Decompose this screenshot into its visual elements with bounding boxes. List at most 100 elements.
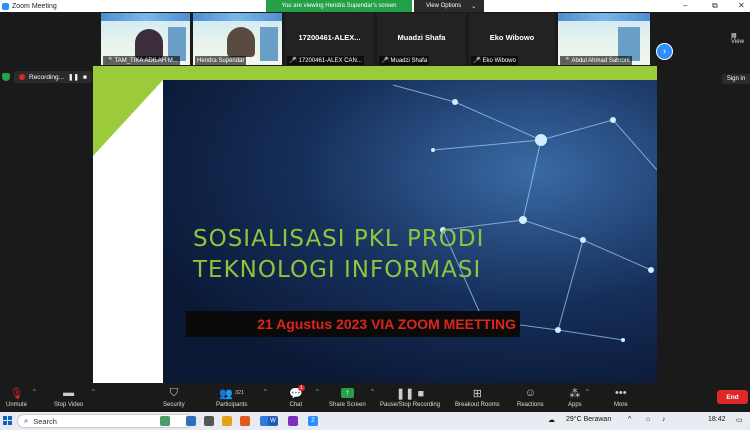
participant-name: Abdul Ahmad Sahroni	[571, 57, 630, 64]
chevron-up-icon[interactable]: ^	[264, 389, 267, 395]
chevron-up-icon[interactable]: ^	[33, 389, 36, 395]
slide-corner-shape	[93, 80, 163, 156]
participant-video	[135, 29, 163, 59]
recording-dot-icon	[19, 74, 25, 80]
view-button[interactable]: ▦ View	[731, 32, 750, 45]
slide-title-line-2: TEKNOLOGI INFORMASI	[193, 257, 482, 283]
taskbar-app-icon[interactable]	[222, 416, 232, 426]
chevron-up-icon[interactable]: ^	[316, 389, 319, 395]
participant-tile[interactable]: Muadzi Shafa 🎤̸ Muadzi Shafa	[377, 13, 466, 65]
minimize-button[interactable]: –	[683, 0, 687, 12]
network-icon[interactable]: ⌂	[646, 416, 650, 423]
participant-center-name: 17200461-ALEX...	[298, 33, 361, 42]
breakout-rooms-label: Breakout Rooms	[455, 402, 500, 408]
participant-name: 17200461-ALEX CAN...	[298, 57, 362, 64]
mic-muted-icon: 🎤̸	[105, 58, 113, 64]
pause-stop-recording-label: Pause/Stop Recording	[380, 402, 441, 408]
participant-center-name: Eko Wibowo	[489, 33, 535, 42]
recording-indicator: Recording... ❚❚ ■	[0, 70, 100, 84]
file-explorer-icon[interactable]	[186, 416, 196, 426]
more-label: More	[614, 402, 628, 408]
recording-pill: Recording... ❚❚ ■	[14, 71, 92, 83]
virtual-background-banner	[101, 13, 190, 21]
share-screen-button[interactable]: ↑ Share Screen	[329, 386, 366, 408]
participant-tile[interactable]: 🎤̸ TAM_TIKA ADILAH M...	[101, 13, 190, 65]
share-screen-icon: ↑	[340, 386, 354, 400]
window-title: Zoom Meeting	[12, 2, 57, 10]
reactions-button[interactable]: ☺ Reactions	[517, 386, 544, 408]
pause-recording-icon[interactable]: ❚❚	[68, 73, 79, 81]
taskbar-app-icon[interactable]	[160, 416, 170, 426]
meeting-toolbar: 🎙 Unmute ^ ▬ Stop Video ^ ⛉ Security 👥 3…	[0, 384, 750, 412]
mic-muted-icon: 🎤̸	[562, 58, 570, 64]
clock[interactable]: 18:42	[708, 416, 726, 423]
participant-name-tag: 🎤̸ Muadzi Shafa	[379, 56, 430, 65]
mic-muted-icon: 🎤̸	[289, 58, 297, 64]
video-camera-icon: ▬	[63, 387, 75, 399]
participants-icon: 👥 321	[219, 387, 245, 400]
virtual-background-banner	[193, 13, 282, 21]
firefox-icon[interactable]	[240, 416, 250, 426]
breakout-rooms-button[interactable]: ⊞ Breakout Rooms	[455, 386, 500, 409]
virtual-background-building	[260, 27, 278, 61]
weather-icon[interactable]: ☁	[548, 416, 555, 424]
close-button[interactable]: ✕	[738, 0, 745, 12]
participant-tile[interactable]: Eko Wibowo 🎤̸ Eko Wibowo	[469, 13, 555, 65]
participants-label: Participants	[216, 402, 248, 408]
taskbar-app-icon[interactable]	[288, 416, 298, 426]
maximize-button[interactable]: ⧉	[712, 0, 718, 12]
participant-name: TAM_TIKA ADILAH M...	[114, 57, 178, 64]
windows-start-icon[interactable]	[3, 416, 12, 425]
participant-name-tag: 🎤̸ TAM_TIKA ADILAH M...	[103, 56, 180, 65]
breakout-rooms-icon: ⊞	[472, 387, 482, 400]
chat-label: Chat	[289, 402, 303, 408]
weather-text[interactable]: 29°C Berawan	[566, 416, 611, 423]
chevron-down-icon: ⌄	[471, 3, 477, 10]
slide-date-box: 21 Agustus 2023 VIA ZOOM MEETTING	[186, 311, 520, 337]
next-page-arrow-icon[interactable]: ›	[656, 43, 673, 60]
more-button[interactable]: ••• More	[614, 386, 628, 408]
participants-count: 321	[234, 390, 245, 396]
recording-label: Recording...	[29, 73, 65, 81]
security-label: Security	[163, 402, 185, 408]
search-placeholder: Search	[33, 416, 57, 426]
chevron-up-icon[interactable]: ^	[371, 389, 374, 395]
shield-icon: ⛉	[169, 386, 178, 399]
reactions-label: Reactions	[517, 402, 544, 408]
chevron-up-icon[interactable]: ^	[92, 389, 95, 395]
more-dots-icon: •••	[615, 387, 627, 399]
mic-muted-icon: 🎙	[9, 387, 24, 400]
participant-name-tag: 🎤̸ 17200461-ALEX CAN...	[287, 56, 364, 65]
slide-title-line-1: SOSIALISASI PKL PRODI	[193, 226, 485, 252]
chat-unread-badge: 1	[298, 385, 305, 391]
view-button-label: View	[731, 39, 744, 45]
participant-name: Hendra Supendar	[197, 57, 245, 64]
security-button[interactable]: ⛉ Security	[163, 386, 185, 409]
participant-tile[interactable]: 🎤̸ Abdul Ahmad Sahroni	[558, 13, 650, 65]
notification-icon[interactable]: ▭	[736, 416, 743, 424]
task-view-icon[interactable]	[204, 416, 214, 426]
word-icon[interactable]: W	[268, 416, 278, 426]
volume-icon[interactable]: ♪	[662, 416, 666, 423]
smiley-icon: ☺	[524, 387, 536, 399]
participant-tile[interactable]: Hendra Supendar	[193, 13, 282, 65]
participant-name-tag: 🎤̸ Eko Wibowo	[471, 56, 518, 65]
chevron-up-icon[interactable]: ^	[586, 389, 589, 395]
participants-button[interactable]: 👥 321 Participants	[216, 386, 248, 409]
tray-overflow-icon[interactable]: ^	[628, 416, 631, 423]
pause-stop-recording-button[interactable]: ❚❚ ■ Pause/Stop Recording	[380, 386, 441, 409]
windows-taskbar: ⌕ Search W Z ☁ 29°C Berawan ^ ⌂ ♪ 18:42 …	[0, 412, 750, 430]
stop-video-button[interactable]: ▬ Stop Video	[54, 386, 83, 408]
apps-label: Apps	[568, 402, 582, 408]
sign-in-button[interactable]: Sign in	[722, 74, 750, 84]
apps-button[interactable]: ⁂ Apps	[568, 386, 582, 409]
zoom-taskbar-icon[interactable]: Z	[308, 416, 318, 426]
slide-title: SOSIALISASI PKL PRODI TEKNOLOGI INFORMAS…	[193, 224, 593, 286]
unmute-button[interactable]: 🎙 Unmute	[6, 386, 27, 409]
end-meeting-button[interactable]: End	[717, 390, 748, 404]
view-options-button[interactable]: View Options ⌄	[414, 0, 484, 12]
stop-recording-icon[interactable]: ■	[83, 74, 87, 81]
participant-tile[interactable]: 17200461-ALEX... 🎤̸ 17200461-ALEX CAN...	[285, 13, 374, 65]
share-screen-label: Share Screen	[329, 402, 366, 408]
apps-icon: ⁂	[569, 387, 581, 400]
